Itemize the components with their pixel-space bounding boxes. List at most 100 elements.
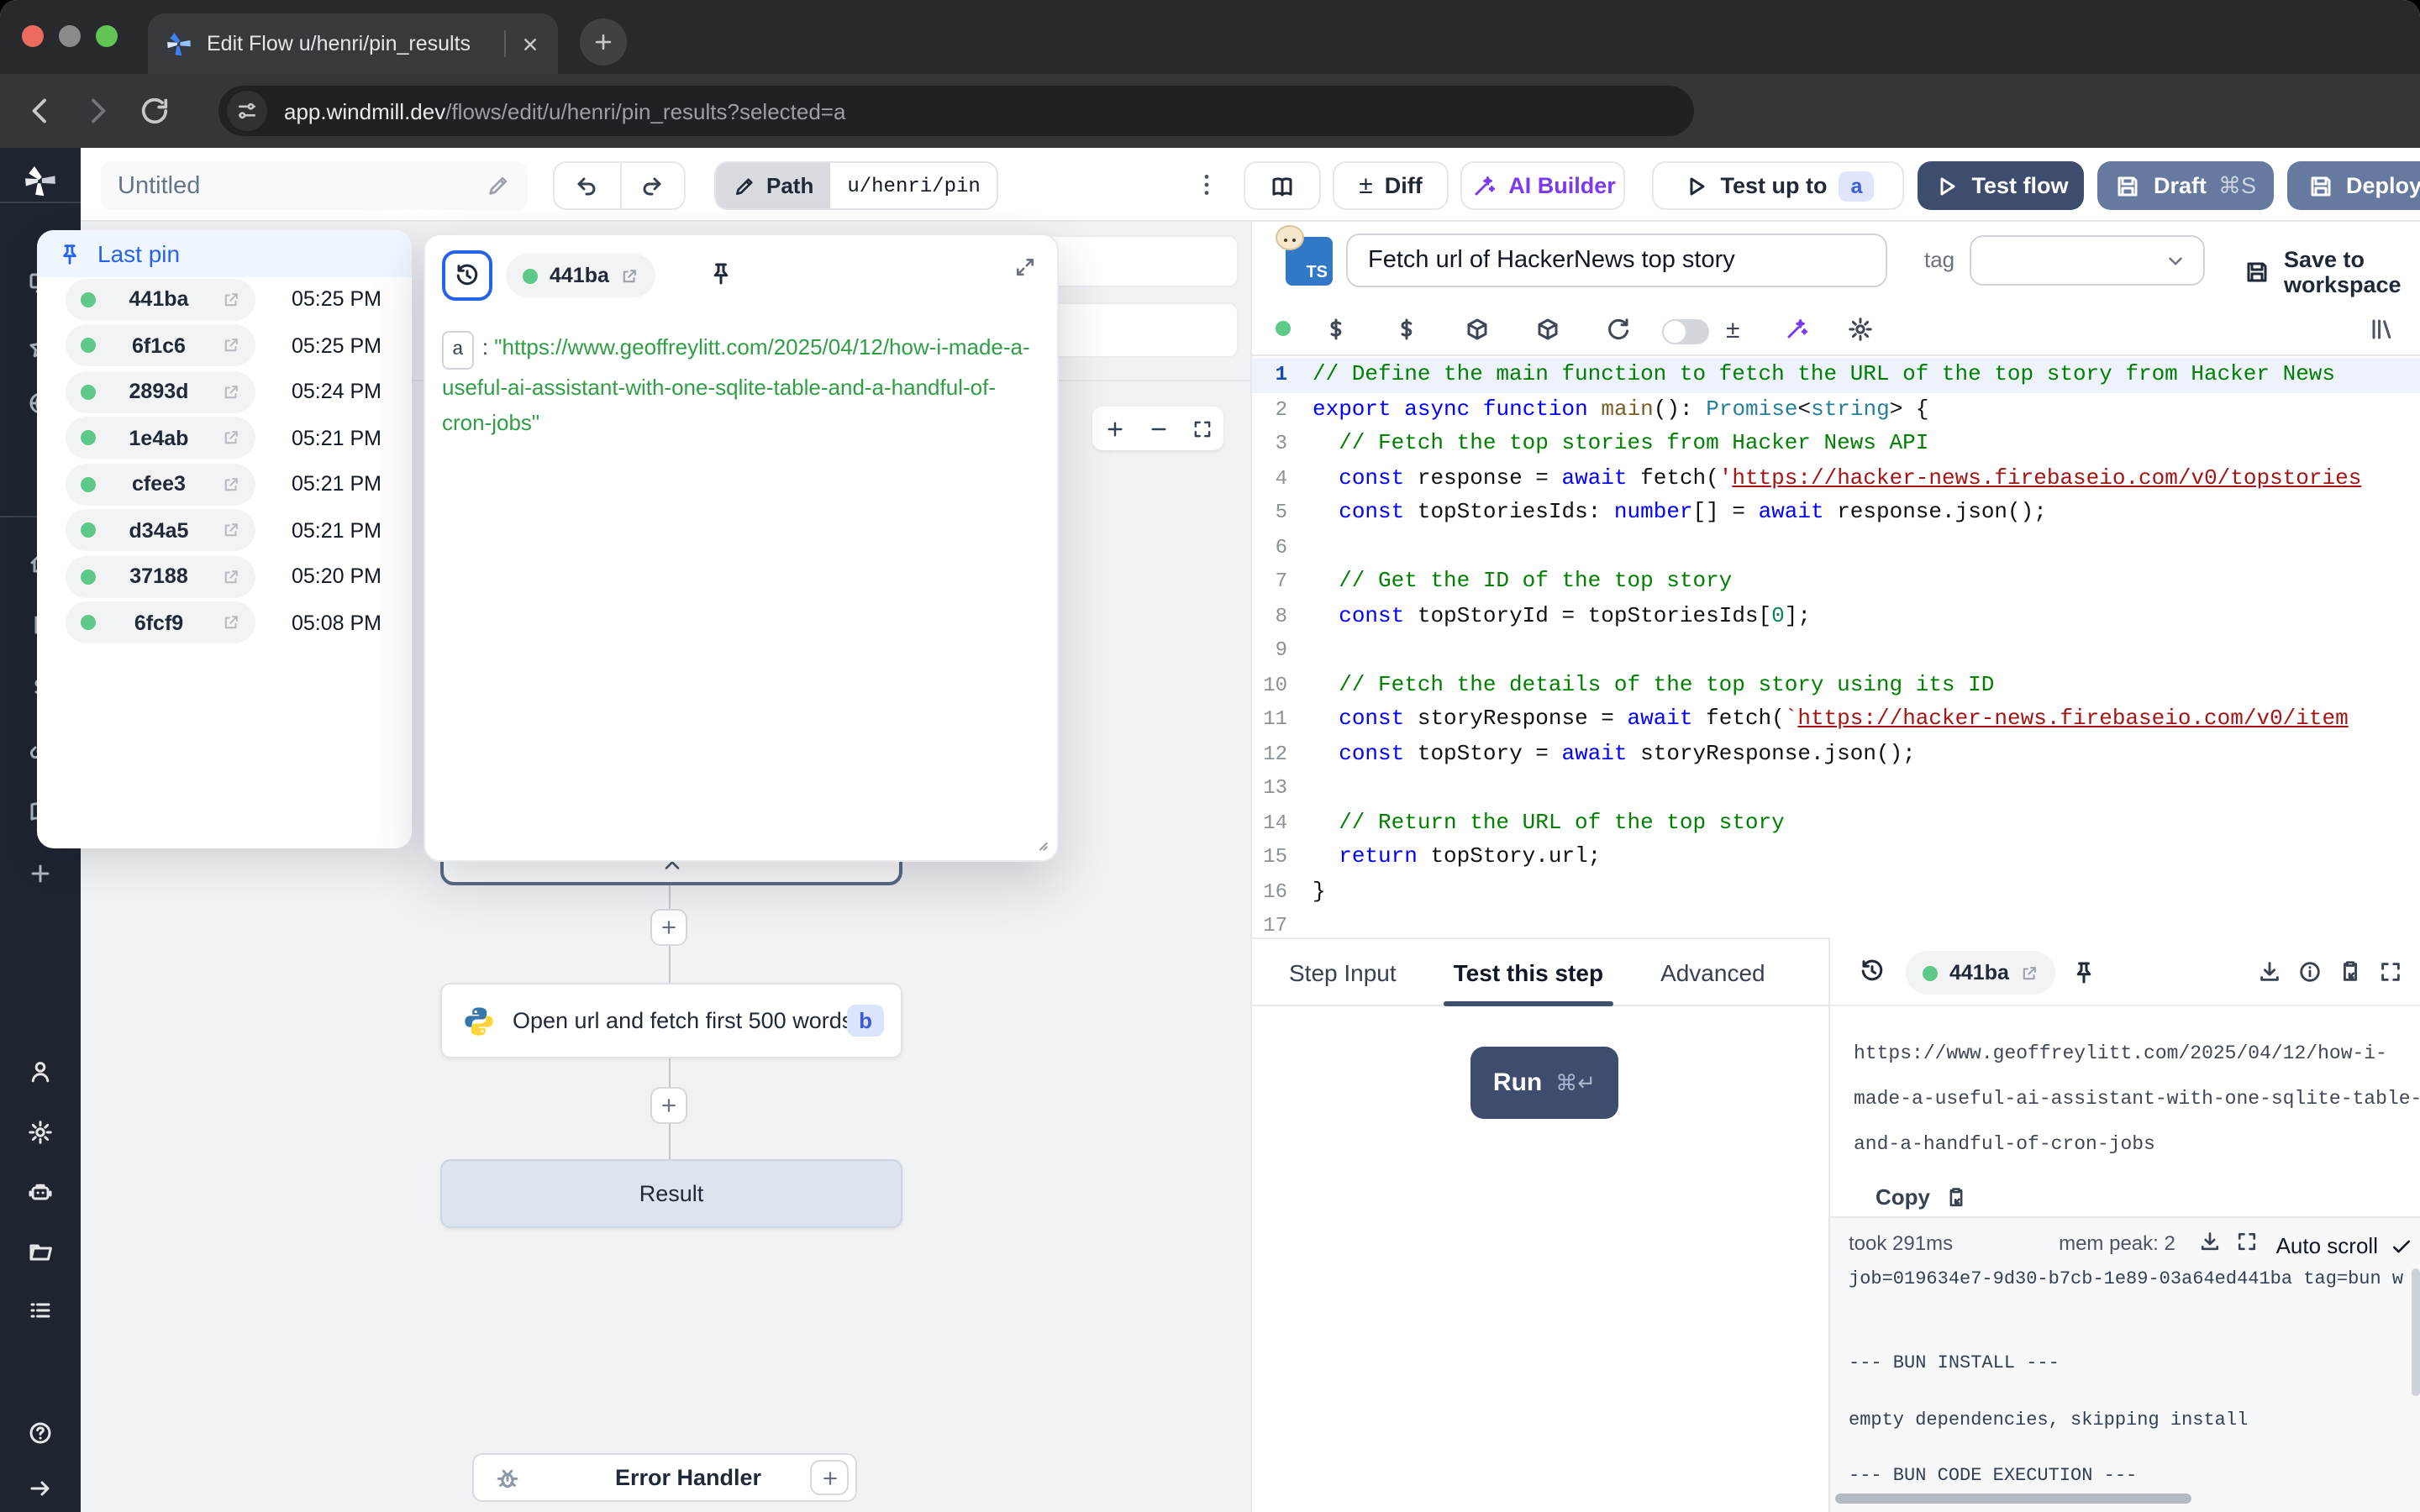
address-bar[interactable]: app.windmill.dev/flows/edit/u/henri/pin_… — [218, 86, 1694, 136]
external-link-icon[interactable] — [222, 290, 240, 308]
diff-button[interactable]: ±Diff — [1333, 161, 1449, 210]
variables-icon[interactable] — [1323, 316, 1349, 343]
tab-step-input[interactable]: Step Input — [1289, 937, 1397, 1006]
library-icon[interactable] — [2368, 316, 2395, 343]
pin-list-item[interactable]: cfee305:21 PM — [37, 462, 412, 506]
window-minimize-button[interactable] — [59, 25, 81, 47]
code-line[interactable]: 17 — [1252, 909, 2420, 937]
plus-minus-icon[interactable]: ± — [1726, 316, 1739, 343]
test-up-to-target[interactable]: a — [1839, 171, 1875, 201]
code-line[interactable]: 5 const topStoriesIds: number[] = await … — [1252, 496, 2420, 530]
download-icon[interactable] — [2257, 959, 2282, 984]
step-name-input[interactable]: Fetch url of HackerNews top story — [1346, 234, 1887, 287]
copy-button[interactable]: Copy — [1876, 1184, 1967, 1210]
history-icon[interactable] — [1859, 958, 1886, 984]
download-logs-icon[interactable] — [2198, 1230, 2222, 1253]
test-flow-button[interactable]: Test flow — [1918, 161, 2084, 210]
pin-id-pill[interactable]: 6f1c6 — [66, 324, 255, 366]
external-link-icon[interactable] — [222, 382, 240, 401]
resources-icon[interactable] — [1393, 316, 1420, 343]
code-line[interactable]: 4 const response = await fetch('https://… — [1252, 461, 2420, 496]
add-error-handler-button[interactable] — [810, 1460, 849, 1495]
copy-icon[interactable] — [2338, 959, 2363, 984]
code-line[interactable]: 1// Define the main function to fetch th… — [1252, 358, 2420, 392]
pin-list-item[interactable]: 2893d05:24 PM — [37, 370, 412, 413]
pin-id-pill[interactable]: d34a5 — [66, 509, 255, 551]
site-settings-icon[interactable] — [227, 91, 267, 131]
code-line[interactable]: 3 // Fetch the top stories from Hacker N… — [1252, 427, 2420, 461]
external-link-icon[interactable] — [222, 567, 240, 585]
test-up-to-button[interactable]: Test up to a — [1652, 161, 1904, 210]
sidebar-item-add[interactable] — [27, 860, 54, 887]
code-line[interactable]: 6 — [1252, 530, 2420, 564]
sidebar-expand-icon[interactable] — [27, 1475, 54, 1502]
fit-view-icon[interactable] — [1191, 417, 1213, 439]
code-line[interactable]: 16} — [1252, 874, 2420, 909]
pin-id-pill[interactable]: 6fcf9 — [66, 601, 255, 643]
more-options-icon[interactable] — [1193, 171, 1220, 198]
browser-tab[interactable]: Edit Flow u/henri/pin_results — [148, 13, 558, 74]
pin-list-item[interactable]: 6f1c605:25 PM — [37, 323, 412, 367]
pin-id-pill[interactable]: 441ba — [66, 278, 255, 320]
info-icon[interactable] — [2297, 959, 2323, 984]
run-button[interactable]: Run ⌘↵ — [1470, 1047, 1618, 1119]
flow-trigger-node[interactable] — [1042, 302, 1239, 358]
pin-id-pill[interactable]: 2893d — [66, 370, 255, 412]
expand-icon[interactable] — [1013, 255, 1037, 279]
docs-button[interactable] — [1244, 161, 1321, 210]
pin-id-pill[interactable]: 37188 — [66, 555, 255, 597]
history-button[interactable] — [442, 250, 492, 301]
pin-id-pill[interactable]: 441ba — [506, 254, 656, 297]
sidebar-item-help[interactable] — [27, 1420, 54, 1446]
pin-list-item[interactable]: 6fcf905:08 PM — [37, 601, 412, 644]
horizontal-scrollbar[interactable] — [1835, 1494, 2191, 1504]
windmill-logo[interactable] — [22, 163, 59, 200]
sidebar-item-ai[interactable] — [27, 1179, 54, 1206]
expand-logs-icon[interactable] — [2235, 1230, 2259, 1253]
reset-icon[interactable] — [1605, 316, 1632, 343]
external-link-icon[interactable] — [222, 521, 240, 539]
diff-toggle[interactable] — [1662, 319, 1709, 344]
dependencies-icon[interactable] — [1464, 316, 1491, 343]
code-line[interactable]: 7 // Get the ID of the top story — [1252, 564, 2420, 599]
vertical-scrollbar[interactable] — [2412, 1268, 2420, 1396]
pin-list-item[interactable]: 441ba05:25 PM — [37, 277, 412, 321]
code-line[interactable]: 12 const topStory = await storyResponse.… — [1252, 737, 2420, 771]
sidebar-item-folders[interactable] — [27, 1238, 54, 1265]
draft-button[interactable]: Draft⌘S — [2097, 161, 2274, 210]
result-node[interactable]: Result — [440, 1159, 902, 1228]
path-widget[interactable]: Path u/henri/pin — [714, 161, 999, 210]
deploy-button[interactable]: Deploy — [2287, 161, 2420, 210]
flow-title-field[interactable]: Untitled — [101, 161, 528, 210]
flow-input-node[interactable] — [1042, 235, 1239, 287]
pin-list-item[interactable]: 3718805:20 PM — [37, 554, 412, 598]
external-link-icon[interactable] — [621, 266, 639, 285]
reload-button[interactable] — [138, 94, 171, 128]
zoom-out-icon[interactable] — [1147, 417, 1169, 439]
pin-icon[interactable] — [708, 260, 734, 287]
pin-id-pill[interactable]: cfee3 — [66, 463, 255, 505]
code-line[interactable]: 10 // Fetch the details of the top story… — [1252, 668, 2420, 702]
code-line[interactable]: 2export async function main(): Promise<s… — [1252, 392, 2420, 427]
external-link-icon[interactable] — [222, 475, 240, 493]
error-handler-node[interactable]: Error Handler — [472, 1453, 857, 1502]
pin-list-item[interactable]: 1e4ab05:21 PM — [37, 416, 412, 459]
fullscreen-icon[interactable] — [2378, 959, 2403, 984]
pin-list-item[interactable]: d34a505:21 PM — [37, 508, 412, 552]
tab-advanced[interactable]: Advanced — [1660, 937, 1765, 1006]
code-line[interactable]: 9 — [1252, 633, 2420, 668]
ai-wand-icon[interactable] — [1783, 316, 1810, 343]
window-zoom-button[interactable] — [96, 25, 118, 47]
external-link-icon[interactable] — [222, 613, 240, 632]
editor-settings-icon[interactable] — [1847, 316, 1874, 343]
tab-close-icon[interactable] — [519, 33, 541, 55]
new-tab-button[interactable] — [580, 18, 627, 66]
sidebar-item-settings[interactable] — [27, 1119, 54, 1146]
save-to-workspace-button[interactable]: Save to workspace — [2244, 247, 2420, 297]
code-line[interactable]: 14 // Return the URL of the top story — [1252, 806, 2420, 840]
tab-test-this-step[interactable]: Test this step — [1454, 937, 1603, 1006]
ai-builder-button[interactable]: AI Builder — [1460, 161, 1625, 210]
undo-button[interactable] — [555, 163, 619, 208]
result-id-pill[interactable]: 441ba — [1906, 951, 2056, 995]
sidebar-item-account[interactable] — [27, 1058, 54, 1085]
